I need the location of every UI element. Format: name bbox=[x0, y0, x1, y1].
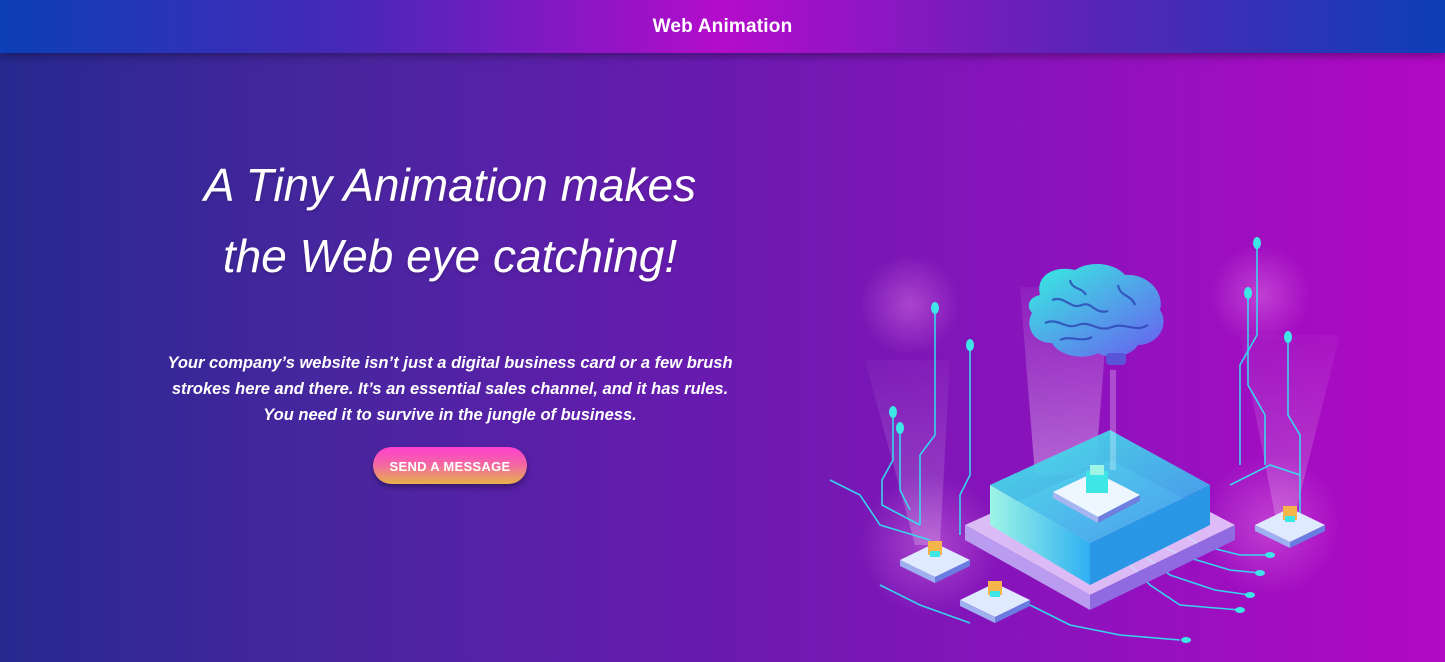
headline-line-2: the Web eye catching! bbox=[222, 230, 678, 282]
top-app-bar: Web Animation bbox=[0, 0, 1445, 53]
send-message-button[interactable]: SEND A MESSAGE bbox=[373, 447, 527, 484]
hero-headline: A Tiny Animation makes the Web eye catch… bbox=[140, 150, 760, 292]
ai-brain-chip-icon bbox=[829, 237, 1340, 643]
headline-line-1: A Tiny Animation makes bbox=[203, 159, 697, 211]
hero-description: Your company’s website isn’t just a digi… bbox=[150, 350, 750, 428]
description-line-2: strokes here and there. It’s an essentia… bbox=[171, 380, 729, 398]
hero-section: A Tiny Animation makes the Web eye catch… bbox=[140, 150, 760, 484]
description-line-1: Your company’s website isn’t just a digi… bbox=[167, 354, 733, 372]
description-line-3: You need it to survive in the jungle of … bbox=[263, 406, 637, 424]
app-title: Web Animation bbox=[652, 15, 793, 37]
